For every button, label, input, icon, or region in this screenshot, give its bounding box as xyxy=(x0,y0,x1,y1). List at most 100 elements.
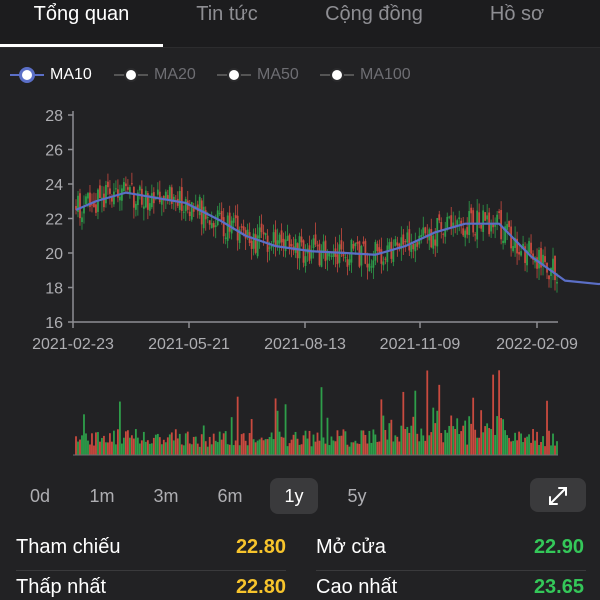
legend-ma100[interactable]: MA100 xyxy=(320,64,411,86)
legend-ma100-label: MA100 xyxy=(360,66,411,83)
tab-overview[interactable]: Tổng quan xyxy=(0,0,163,44)
volume-bar xyxy=(130,435,133,455)
candle-body xyxy=(552,258,554,272)
volume-bar xyxy=(91,433,93,455)
candle-body xyxy=(79,193,81,219)
volume-bar xyxy=(250,419,253,455)
volume-bar xyxy=(200,434,203,455)
volume-bar xyxy=(296,438,299,455)
candle-body xyxy=(182,211,185,213)
stat-high-label: Cao nhất xyxy=(316,576,398,598)
candle-body xyxy=(382,261,385,266)
legend-ma20[interactable]: MA20 xyxy=(114,64,196,86)
tab-community[interactable]: Cộng đồng xyxy=(291,0,457,44)
legend-ma10-label: MA10 xyxy=(50,66,92,83)
candle-body xyxy=(424,227,427,234)
volume-bar xyxy=(412,416,415,455)
candle-body xyxy=(264,233,267,236)
volume-bar xyxy=(248,433,251,455)
candle-body xyxy=(440,222,443,231)
range-1y-button[interactable]: 1y xyxy=(270,478,318,514)
volume-bar xyxy=(304,430,307,455)
candle-body xyxy=(544,256,546,263)
volume-bar xyxy=(111,441,113,455)
volume-bar xyxy=(246,445,249,455)
volume-bar xyxy=(196,443,199,455)
volume-bar xyxy=(360,430,363,455)
volume-bar xyxy=(312,434,315,455)
candle-body xyxy=(210,223,213,229)
volume-bar xyxy=(126,430,129,455)
range-3m-button[interactable]: 3m xyxy=(144,478,188,514)
candle-body xyxy=(115,188,117,190)
range-0d-button[interactable]: 0d xyxy=(18,478,62,514)
stat-separator xyxy=(316,570,586,571)
range-5y-button[interactable]: 5y xyxy=(335,478,379,514)
candle-body xyxy=(202,206,205,229)
volume-bar xyxy=(310,446,313,455)
candle-body xyxy=(140,188,143,205)
volume-bar xyxy=(526,436,528,455)
candle-body xyxy=(132,186,135,208)
volume-bar xyxy=(119,401,121,455)
candle-body xyxy=(107,181,109,188)
volume-bar xyxy=(410,425,413,455)
candle-body xyxy=(232,218,235,223)
candle-body xyxy=(304,256,307,266)
stat-separator xyxy=(16,570,286,571)
candle-body xyxy=(356,242,359,244)
candle-body xyxy=(242,226,245,231)
candle-body xyxy=(312,238,315,249)
price-chart[interactable]: 28262422201816 2021-02-23 2021-05-21 2021-… xyxy=(0,96,600,456)
volume-bar xyxy=(218,431,221,455)
candle-body xyxy=(446,216,449,229)
volume-bar xyxy=(506,435,509,455)
volume-bar xyxy=(336,430,339,455)
volume-bar xyxy=(222,433,225,455)
y-tick-label: 28 xyxy=(45,108,63,125)
candle-body xyxy=(160,199,163,205)
volume-bar xyxy=(350,442,353,455)
candle-body xyxy=(122,182,125,191)
volume-bar xyxy=(322,437,325,455)
tab-news[interactable]: Tin tức xyxy=(163,0,291,44)
expand-icon xyxy=(549,487,567,505)
candle-body xyxy=(476,210,479,240)
volume-bar xyxy=(256,440,259,455)
volume-bar xyxy=(348,446,351,455)
candle-body xyxy=(250,240,253,249)
x-tick-label: 2022-02-09 xyxy=(496,336,578,353)
tab-profile[interactable]: Hồ sơ xyxy=(457,0,577,44)
range-6m-button[interactable]: 6m xyxy=(208,478,252,514)
volume-bar xyxy=(516,440,518,455)
volume-bar xyxy=(148,443,151,455)
candle-body xyxy=(109,188,111,194)
candle-body xyxy=(328,253,331,257)
volume-bar xyxy=(442,442,445,455)
volume-bar xyxy=(514,432,516,455)
legend-ma10[interactable]: MA10 xyxy=(10,64,92,86)
range-1m-button[interactable]: 1m xyxy=(80,478,124,514)
volume-bar xyxy=(532,429,534,455)
volume-bar xyxy=(346,444,349,455)
volume-bar xyxy=(236,396,239,455)
candle-body xyxy=(414,243,417,252)
volume-bar xyxy=(538,444,540,455)
volume-bar xyxy=(482,432,485,455)
expand-chart-button[interactable] xyxy=(530,478,586,512)
candle-body xyxy=(352,244,355,249)
volume-bar xyxy=(394,435,397,455)
candle-body xyxy=(374,241,377,261)
candle-body xyxy=(438,214,441,221)
legend-ma50[interactable]: MA50 xyxy=(217,64,299,86)
volume-bar xyxy=(142,431,145,455)
candle-body xyxy=(164,191,167,199)
candle-body xyxy=(158,191,161,203)
candle-body xyxy=(408,229,411,251)
volume-bar xyxy=(366,443,369,455)
volume-bar xyxy=(83,414,85,455)
candle-body xyxy=(262,232,265,235)
candle-body xyxy=(286,235,289,241)
candle-body xyxy=(254,234,257,253)
volume-bar xyxy=(258,439,261,455)
